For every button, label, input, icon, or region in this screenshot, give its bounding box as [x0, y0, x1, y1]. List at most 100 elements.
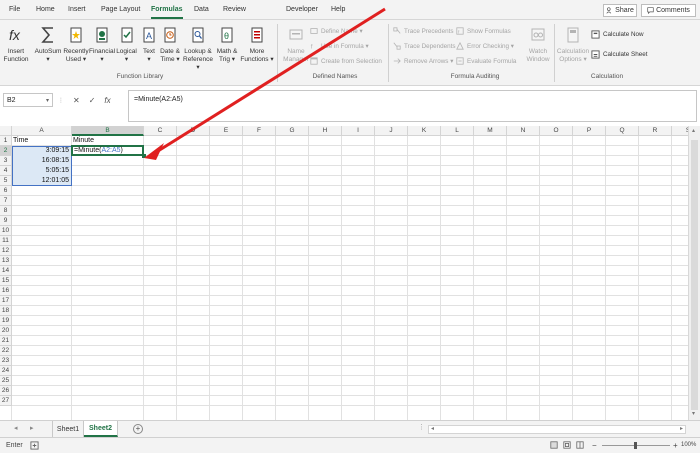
tab-home[interactable]: Home [36, 6, 55, 13]
cell-b1[interactable]: Minute [73, 137, 143, 145]
tab-split-handle-icon[interactable]: ⋮ [418, 423, 425, 431]
cancel-entry-icon[interactable]: ✕ [73, 96, 80, 105]
name-manager-button[interactable]: Name Manager [282, 22, 310, 74]
vertical-scroll-thumb[interactable] [691, 140, 698, 410]
tab-page-layout[interactable]: Page Layout [101, 6, 140, 13]
row-header-6[interactable]: 6 [0, 186, 12, 196]
tab-file[interactable]: File [9, 6, 20, 13]
lookup-reference-button[interactable]: Lookup & Reference ▾ [182, 22, 214, 74]
row-header-9[interactable]: 9 [0, 216, 12, 226]
zoom-slider-thumb[interactable] [634, 442, 637, 449]
tab-insert[interactable]: Insert [68, 6, 86, 13]
column-header-q[interactable]: Q [606, 126, 639, 136]
recently-used-button[interactable]: Recently Used ▾ [62, 22, 90, 74]
row-header-14[interactable]: 14 [0, 266, 12, 276]
row-header-10[interactable]: 10 [0, 226, 12, 236]
insert-function-button[interactable]: fx Insert Function [4, 22, 29, 74]
cell-a4[interactable]: 5:05:15 [13, 167, 71, 175]
insert-function-icon[interactable]: fx [104, 96, 110, 105]
row-header-27[interactable]: 27 [0, 396, 12, 406]
zoom-in-icon[interactable]: + [673, 441, 678, 450]
row-header-17[interactable]: 17 [0, 296, 12, 306]
column-header-p[interactable]: P [573, 126, 606, 136]
trace-precedents-button[interactable]: Trace Precedents [393, 25, 453, 37]
sheet-tab-sheet1[interactable]: Sheet1 [52, 421, 84, 437]
scroll-down-icon[interactable]: ▾ [692, 410, 695, 417]
row-header-1[interactable]: 1 [0, 136, 12, 146]
column-header-k[interactable]: K [408, 126, 441, 136]
column-header-e[interactable]: E [210, 126, 243, 136]
normal-view-icon[interactable] [550, 441, 558, 449]
scroll-left-icon[interactable]: ◂ [431, 425, 434, 432]
create-from-selection-button[interactable]: Create from Selection [310, 55, 382, 67]
row-header-15[interactable]: 15 [0, 276, 12, 286]
column-header-c[interactable]: C [144, 126, 177, 136]
column-header-l[interactable]: L [441, 126, 474, 136]
row-header-3[interactable]: 3 [0, 156, 12, 166]
column-header-o[interactable]: O [540, 126, 573, 136]
column-header-h[interactable]: H [309, 126, 342, 136]
vertical-scrollbar[interactable]: ▴ ▾ [688, 126, 700, 420]
row-header-2[interactable]: 2 [0, 146, 12, 156]
column-header-n[interactable]: N [507, 126, 540, 136]
row-header-21[interactable]: 21 [0, 336, 12, 346]
define-name-button[interactable]: Define Name ▾ [310, 25, 363, 37]
row-header-16[interactable]: 16 [0, 286, 12, 296]
comments-button[interactable]: Comments [641, 4, 696, 17]
row-header-20[interactable]: 20 [0, 326, 12, 336]
calculate-sheet-button[interactable]: Calculate Sheet [591, 48, 647, 60]
share-button[interactable]: Share [603, 4, 637, 17]
row-header-23[interactable]: 23 [0, 356, 12, 366]
row-header-25[interactable]: 25 [0, 376, 12, 386]
page-layout-view-icon[interactable] [563, 441, 571, 449]
scroll-right-icon[interactable]: ▸ [680, 425, 683, 432]
row-header-12[interactable]: 12 [0, 246, 12, 256]
calculate-now-button[interactable]: Calculate Now [591, 28, 644, 40]
use-in-formula-button[interactable]: f Use in Formula ▾ [310, 40, 369, 52]
trace-dependents-button[interactable]: Trace Dependents [393, 40, 456, 52]
page-break-view-icon[interactable] [576, 441, 584, 449]
row-header-19[interactable]: 19 [0, 316, 12, 326]
column-header-g[interactable]: G [276, 126, 309, 136]
tab-formulas[interactable]: Formulas [151, 6, 183, 13]
cell-a1[interactable]: Time [13, 137, 71, 145]
logical-button[interactable]: Logical ▾ [115, 22, 138, 74]
sheet-prev-icon[interactable]: ◂ [14, 424, 18, 432]
math-trig-button[interactable]: θ Math & Trig ▾ [214, 22, 240, 74]
evaluate-formula-button[interactable]: Evaluate Formula [456, 55, 516, 67]
row-header-11[interactable]: 11 [0, 236, 12, 246]
scroll-up-icon[interactable]: ▴ [692, 127, 695, 134]
select-all-corner[interactable] [0, 126, 12, 136]
column-header-a[interactable]: A [12, 126, 72, 136]
formula-input[interactable]: =Minute(A2:A5) [128, 90, 697, 122]
column-header-r[interactable]: R [639, 126, 672, 136]
column-header-j[interactable]: J [375, 126, 408, 136]
financial-button[interactable]: Financial ▾ [89, 22, 115, 74]
show-formulas-button[interactable]: f Show Formulas [456, 25, 511, 37]
sheet-next-icon[interactable]: ▸ [30, 424, 34, 432]
add-sheet-button[interactable]: + [133, 424, 143, 434]
row-header-26[interactable]: 26 [0, 386, 12, 396]
column-header-d[interactable]: D [177, 126, 210, 136]
spreadsheet-grid[interactable]: ABCDEFGHIJKLMNOPQRS123456789101112131415… [0, 126, 700, 420]
column-header-i[interactable]: I [342, 126, 375, 136]
date-time-button[interactable]: Date & Time ▾ [158, 22, 182, 74]
zoom-level[interactable]: 100% [681, 442, 696, 448]
row-header-8[interactable]: 8 [0, 206, 12, 216]
chevron-down-icon[interactable]: ▾ [46, 97, 49, 104]
autosum-button[interactable]: AutoSum ▾ [34, 22, 62, 74]
column-header-b[interactable]: B [72, 126, 144, 136]
accessibility-icon[interactable] [30, 441, 39, 450]
zoom-out-icon[interactable]: − [592, 441, 597, 450]
text-button[interactable]: A Text ▾ [140, 22, 158, 74]
row-header-7[interactable]: 7 [0, 196, 12, 206]
row-header-4[interactable]: 4 [0, 166, 12, 176]
row-header-22[interactable]: 22 [0, 346, 12, 356]
error-checking-button[interactable]: Error Checking ▾ [456, 40, 514, 52]
row-header-24[interactable]: 24 [0, 366, 12, 376]
watch-window-button[interactable]: Watch Window [524, 22, 552, 74]
sheet-tab-sheet2[interactable]: Sheet2 [84, 421, 118, 437]
tab-help[interactable]: Help [331, 6, 345, 13]
fill-handle[interactable] [142, 154, 146, 158]
tab-data[interactable]: Data [194, 6, 209, 13]
